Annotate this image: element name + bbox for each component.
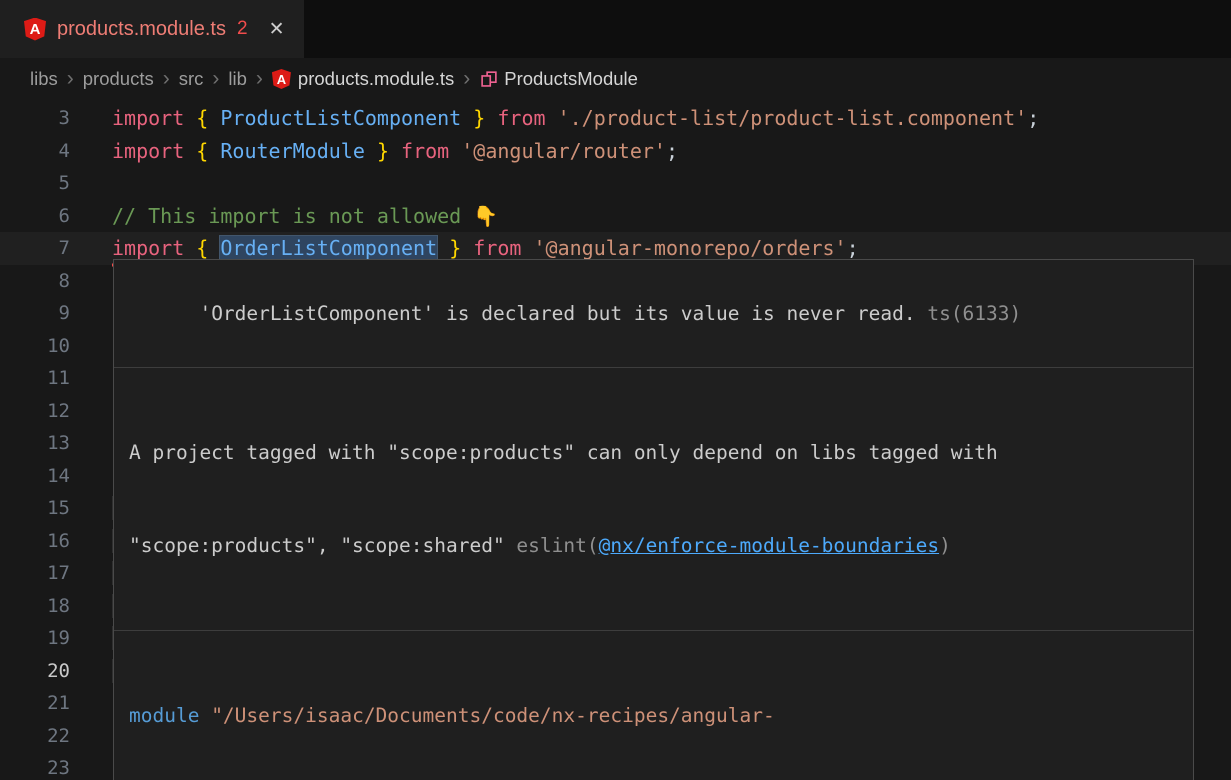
- eslint-source-close: ): [939, 534, 951, 557]
- code-token: from: [497, 106, 557, 130]
- code-token: './product-list/product-list.component': [558, 106, 1028, 130]
- code-token: from: [473, 236, 533, 260]
- code-line-3[interactable]: 3import { ProductListComponent } from '.…: [0, 102, 1231, 135]
- code-token: import: [112, 236, 196, 260]
- code-content: import { RouterModule } from '@angular/r…: [70, 135, 1231, 168]
- chevron-right-icon: ›: [463, 67, 470, 91]
- code-token: [389, 139, 401, 163]
- code-token: }: [449, 236, 461, 260]
- line-number: 10: [0, 330, 70, 363]
- ts-diagnostic-code: ts(6133): [916, 302, 1022, 325]
- close-icon[interactable]: ✕: [269, 18, 285, 41]
- line-number: 20: [0, 655, 70, 688]
- module-path-text: "/Users/isaac/Documents/code/nx-recipes/…: [199, 704, 774, 727]
- code-token: {: [196, 139, 208, 163]
- line-number: 9: [0, 297, 70, 330]
- code-line-6[interactable]: 6 // This import is not allowed 👇: [0, 200, 1231, 233]
- breadcrumb-src[interactable]: src: [179, 68, 204, 90]
- line-number: 6: [0, 200, 70, 233]
- code-token: [461, 236, 473, 260]
- ts-diagnostic-message: 'OrderListComponent' is declared but its…: [199, 302, 915, 325]
- chevron-right-icon: ›: [163, 67, 170, 91]
- code-token: // This import is not allowed 👇: [112, 204, 498, 228]
- code-content: // This import is not allowed 👇: [70, 200, 1231, 233]
- eslint-message-line1: A project tagged with "scope:products" c…: [129, 437, 1178, 468]
- module-keyword: module: [129, 704, 199, 727]
- editor-tab-bar: A products.module.ts 2 ✕: [0, 0, 1231, 58]
- line-number: 12: [0, 395, 70, 428]
- eslint-message-line2: "scope:products", "scope:shared" eslint(…: [129, 530, 1178, 561]
- angular-icon-letter: A: [30, 21, 41, 38]
- breadcrumb-symbol[interactable]: ProductsModule: [504, 68, 638, 90]
- angular-file-icon: A: [272, 69, 291, 89]
- code-token: {: [196, 236, 208, 260]
- eslint-message-text: "scope:products", "scope:shared": [129, 534, 516, 557]
- tab-problem-count-badge: 2: [237, 18, 248, 40]
- line-number: 23: [0, 752, 70, 780]
- line-number: 14: [0, 460, 70, 493]
- breadcrumb-lib[interactable]: lib: [228, 68, 247, 90]
- line-number: 13: [0, 427, 70, 460]
- vscode-window: A products.module.ts 2 ✕ libs › products…: [0, 0, 1231, 780]
- line-number: 8: [0, 265, 70, 298]
- chevron-right-icon: ›: [67, 67, 74, 91]
- code-token: RouterModule: [220, 139, 365, 163]
- code-token: [437, 236, 449, 260]
- eslint-rule-link[interactable]: @nx/enforce-module-boundaries: [599, 534, 939, 557]
- code-token: import: [112, 106, 196, 130]
- eslint-source-open: eslint(: [516, 534, 598, 557]
- code-token: [365, 139, 377, 163]
- line-number: 21: [0, 687, 70, 720]
- hover-eslint-diagnostic: A project tagged with "scope:products" c…: [114, 368, 1193, 631]
- module-path-line1: module "/Users/isaac/Documents/code/nx-r…: [129, 700, 1178, 731]
- code-token: import: [112, 139, 196, 163]
- code-token: '@angular/router': [461, 139, 666, 163]
- diagnostics-hover-popup: 'OrderListComponent' is declared but its…: [113, 259, 1194, 780]
- line-number: 3: [0, 102, 70, 135]
- line-number: 19: [0, 622, 70, 655]
- code-token: ;: [1027, 106, 1039, 130]
- code-content: [70, 167, 1231, 200]
- angular-icon-letter: A: [277, 72, 286, 87]
- code-token: '@angular-monorepo/orders': [534, 236, 847, 260]
- line-number: 15: [0, 492, 70, 525]
- tab-title: products.module.ts: [57, 18, 226, 41]
- code-token: }: [377, 139, 389, 163]
- code-token: [461, 106, 473, 130]
- hover-module-info: module "/Users/isaac/Documents/code/nx-r…: [114, 631, 1193, 780]
- class-symbol-icon: [479, 69, 499, 89]
- code-content: import { ProductListComponent } from './…: [70, 102, 1231, 135]
- eslint-message-text: A project tagged with "scope:products" c…: [129, 441, 998, 464]
- tab-products-module[interactable]: A products.module.ts 2 ✕: [0, 0, 304, 58]
- line-number: 5: [0, 167, 70, 200]
- code-token: [208, 106, 220, 130]
- code-token: [485, 106, 497, 130]
- line-number: 16: [0, 525, 70, 558]
- line-number: 4: [0, 135, 70, 168]
- line-number: 11: [0, 362, 70, 395]
- code-token: {: [196, 106, 208, 130]
- code-token: from: [401, 139, 461, 163]
- code-token: }: [473, 106, 485, 130]
- line-number: 17: [0, 557, 70, 590]
- breadcrumb-libs[interactable]: libs: [30, 68, 58, 90]
- chevron-right-icon: ›: [212, 67, 219, 91]
- code-token: [208, 139, 220, 163]
- code-token: ;: [666, 139, 678, 163]
- line-number: 7: [0, 232, 70, 265]
- breadcrumb: libs › products › src › lib › A products…: [0, 58, 1231, 100]
- breadcrumb-products[interactable]: products: [83, 68, 154, 90]
- code-line-4[interactable]: 4import { RouterModule } from '@angular/…: [0, 135, 1231, 168]
- line-number: 22: [0, 720, 70, 753]
- chevron-right-icon: ›: [256, 67, 263, 91]
- line-number: 18: [0, 590, 70, 623]
- hover-ts-diagnostic: 'OrderListComponent' is declared but its…: [114, 260, 1193, 368]
- angular-file-icon: A: [24, 18, 46, 41]
- code-token: OrderListComponent: [220, 236, 437, 260]
- breadcrumb-file[interactable]: products.module.ts: [298, 68, 454, 90]
- code-token: [208, 236, 220, 260]
- code-token: ProductListComponent: [220, 106, 461, 130]
- code-token: ;: [847, 236, 859, 260]
- code-line-5[interactable]: 5: [0, 167, 1231, 200]
